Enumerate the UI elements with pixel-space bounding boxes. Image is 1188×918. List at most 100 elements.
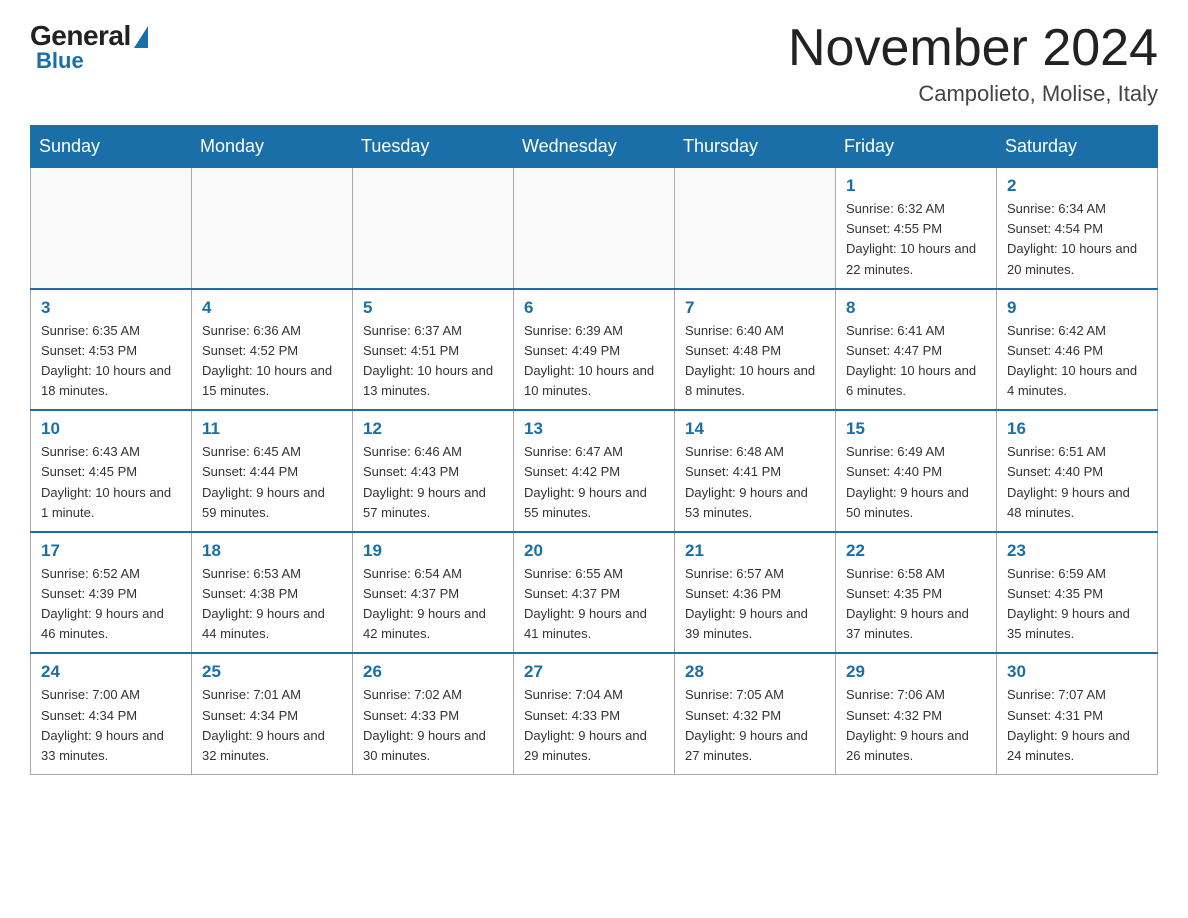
calendar-day-cell xyxy=(192,168,353,289)
day-number: 30 xyxy=(1007,662,1147,682)
day-info: Sunrise: 6:42 AMSunset: 4:46 PMDaylight:… xyxy=(1007,321,1147,402)
day-info: Sunrise: 6:48 AMSunset: 4:41 PMDaylight:… xyxy=(685,442,825,523)
day-info: Sunrise: 6:37 AMSunset: 4:51 PMDaylight:… xyxy=(363,321,503,402)
calendar-day-cell: 3Sunrise: 6:35 AMSunset: 4:53 PMDaylight… xyxy=(31,289,192,411)
day-number: 18 xyxy=(202,541,342,561)
calendar-day-cell: 17 Sunrise: 6:52 AMSunset: 4:39 PMDayligh… xyxy=(31,532,192,654)
day-number: 11 xyxy=(202,419,342,439)
day-of-week-header: Wednesday xyxy=(514,126,675,168)
calendar-day-cell: 18 Sunrise: 6:53 AMSunset: 4:38 PMDayligh… xyxy=(192,532,353,654)
day-number: 6 xyxy=(524,298,664,318)
calendar-day-cell: 20 Sunrise: 6:55 AMSunset: 4:37 PMDayligh… xyxy=(514,532,675,654)
page-header: General Blue November 2024 Campolieto, M… xyxy=(30,20,1158,107)
day-of-week-header: Friday xyxy=(836,126,997,168)
title-section: November 2024 Campolieto, Molise, Italy xyxy=(788,20,1158,107)
day-number: 2 xyxy=(1007,176,1147,196)
month-title: November 2024 xyxy=(788,20,1158,77)
day-info: Sunrise: 6:46 AMSunset: 4:43 PMDaylight:… xyxy=(363,442,503,523)
day-info: Sunrise: 6:43 AMSunset: 4:45 PMDaylight:… xyxy=(41,442,181,523)
day-number: 1 xyxy=(846,176,986,196)
day-of-week-header: Monday xyxy=(192,126,353,168)
day-number: 22 xyxy=(846,541,986,561)
day-of-week-header: Tuesday xyxy=(353,126,514,168)
day-info: Sunrise: 6:57 AMSunset: 4:36 PMDaylight:… xyxy=(685,564,825,645)
day-number: 17 xyxy=(41,541,181,561)
day-number: 21 xyxy=(685,541,825,561)
day-number: 16 xyxy=(1007,419,1147,439)
day-info: Sunrise: 6:47 AMSunset: 4:42 PMDaylight:… xyxy=(524,442,664,523)
calendar-day-cell: 5 Sunrise: 6:37 AMSunset: 4:51 PMDaylight… xyxy=(353,289,514,411)
calendar-week-row: 24 Sunrise: 7:00 AMSunset: 4:34 PMDayligh… xyxy=(31,653,1158,774)
calendar-day-cell: 26 Sunrise: 7:02 AMSunset: 4:33 PMDayligh… xyxy=(353,653,514,774)
day-number: 10 xyxy=(41,419,181,439)
calendar-day-cell: 10 Sunrise: 6:43 AMSunset: 4:45 PMDayligh… xyxy=(31,410,192,532)
day-number: 23 xyxy=(1007,541,1147,561)
day-number: 27 xyxy=(524,662,664,682)
calendar-day-cell xyxy=(353,168,514,289)
day-number: 26 xyxy=(363,662,503,682)
day-info: Sunrise: 7:07 AMSunset: 4:31 PMDaylight:… xyxy=(1007,685,1147,766)
calendar-day-cell: 4 Sunrise: 6:36 AMSunset: 4:52 PMDaylight… xyxy=(192,289,353,411)
calendar-table: SundayMondayTuesdayWednesdayThursdayFrid… xyxy=(30,125,1158,775)
calendar-day-cell xyxy=(675,168,836,289)
day-info: Sunrise: 7:01 AMSunset: 4:34 PMDaylight:… xyxy=(202,685,342,766)
calendar-day-cell: 8 Sunrise: 6:41 AMSunset: 4:47 PMDaylight… xyxy=(836,289,997,411)
calendar-day-cell: 12 Sunrise: 6:46 AMSunset: 4:43 PMDayligh… xyxy=(353,410,514,532)
calendar-day-cell: 24 Sunrise: 7:00 AMSunset: 4:34 PMDayligh… xyxy=(31,653,192,774)
day-number: 9 xyxy=(1007,298,1147,318)
calendar-day-cell: 22 Sunrise: 6:58 AMSunset: 4:35 PMDayligh… xyxy=(836,532,997,654)
calendar-day-cell: 21 Sunrise: 6:57 AMSunset: 4:36 PMDayligh… xyxy=(675,532,836,654)
day-number: 19 xyxy=(363,541,503,561)
day-info: Sunrise: 6:39 AMSunset: 4:49 PMDaylight:… xyxy=(524,321,664,402)
day-of-week-header: Saturday xyxy=(997,126,1158,168)
calendar-day-cell: 28 Sunrise: 7:05 AMSunset: 4:32 PMDayligh… xyxy=(675,653,836,774)
day-number: 4 xyxy=(202,298,342,318)
calendar-day-cell: 9 Sunrise: 6:42 AMSunset: 4:46 PMDaylight… xyxy=(997,289,1158,411)
location-title: Campolieto, Molise, Italy xyxy=(788,81,1158,107)
day-number: 5 xyxy=(363,298,503,318)
day-info: Sunrise: 7:05 AMSunset: 4:32 PMDaylight:… xyxy=(685,685,825,766)
day-info: Sunrise: 6:58 AMSunset: 4:35 PMDaylight:… xyxy=(846,564,986,645)
day-info: Sunrise: 6:52 AMSunset: 4:39 PMDaylight:… xyxy=(41,564,181,645)
calendar-day-cell: 25Sunrise: 7:01 AMSunset: 4:34 PMDayligh… xyxy=(192,653,353,774)
day-info: Sunrise: 7:02 AMSunset: 4:33 PMDaylight:… xyxy=(363,685,503,766)
day-info: Sunrise: 6:45 AMSunset: 4:44 PMDaylight:… xyxy=(202,442,342,523)
day-info: Sunrise: 7:00 AMSunset: 4:34 PMDaylight:… xyxy=(41,685,181,766)
day-info: Sunrise: 6:41 AMSunset: 4:47 PMDaylight:… xyxy=(846,321,986,402)
calendar-week-row: 3Sunrise: 6:35 AMSunset: 4:53 PMDaylight… xyxy=(31,289,1158,411)
day-number: 8 xyxy=(846,298,986,318)
calendar-day-cell: 6 Sunrise: 6:39 AMSunset: 4:49 PMDaylight… xyxy=(514,289,675,411)
day-info: Sunrise: 6:54 AMSunset: 4:37 PMDaylight:… xyxy=(363,564,503,645)
day-number: 14 xyxy=(685,419,825,439)
day-number: 20 xyxy=(524,541,664,561)
day-info: Sunrise: 6:36 AMSunset: 4:52 PMDaylight:… xyxy=(202,321,342,402)
day-info: Sunrise: 7:04 AMSunset: 4:33 PMDaylight:… xyxy=(524,685,664,766)
calendar-day-cell: 29 Sunrise: 7:06 AMSunset: 4:32 PMDayligh… xyxy=(836,653,997,774)
calendar-day-cell: 15Sunrise: 6:49 AMSunset: 4:40 PMDayligh… xyxy=(836,410,997,532)
day-of-week-header: Sunday xyxy=(31,126,192,168)
calendar-day-cell: 14 Sunrise: 6:48 AMSunset: 4:41 PMDayligh… xyxy=(675,410,836,532)
day-number: 28 xyxy=(685,662,825,682)
calendar-day-cell: 13 Sunrise: 6:47 AMSunset: 4:42 PMDayligh… xyxy=(514,410,675,532)
day-number: 15 xyxy=(846,419,986,439)
day-info: Sunrise: 6:59 AMSunset: 4:35 PMDaylight:… xyxy=(1007,564,1147,645)
logo-triangle-icon xyxy=(134,26,148,48)
calendar-day-cell: 19 Sunrise: 6:54 AMSunset: 4:37 PMDayligh… xyxy=(353,532,514,654)
day-info: Sunrise: 7:06 AMSunset: 4:32 PMDaylight:… xyxy=(846,685,986,766)
day-number: 13 xyxy=(524,419,664,439)
day-info: Sunrise: 6:55 AMSunset: 4:37 PMDaylight:… xyxy=(524,564,664,645)
calendar-day-cell: 7Sunrise: 6:40 AMSunset: 4:48 PMDaylight… xyxy=(675,289,836,411)
day-number: 29 xyxy=(846,662,986,682)
day-info: Sunrise: 6:51 AMSunset: 4:40 PMDaylight:… xyxy=(1007,442,1147,523)
calendar-day-cell: 27 Sunrise: 7:04 AMSunset: 4:33 PMDayligh… xyxy=(514,653,675,774)
day-number: 24 xyxy=(41,662,181,682)
day-info: Sunrise: 6:34 AMSunset: 4:54 PMDaylight:… xyxy=(1007,199,1147,280)
calendar-week-row: 1Sunrise: 6:32 AMSunset: 4:55 PMDaylight… xyxy=(31,168,1158,289)
day-number: 7 xyxy=(685,298,825,318)
day-number: 12 xyxy=(363,419,503,439)
logo-blue-text: Blue xyxy=(36,48,84,74)
calendar-day-cell: 30 Sunrise: 7:07 AMSunset: 4:31 PMDayligh… xyxy=(997,653,1158,774)
day-number: 3 xyxy=(41,298,181,318)
logo: General Blue xyxy=(30,20,148,74)
day-info: Sunrise: 6:53 AMSunset: 4:38 PMDaylight:… xyxy=(202,564,342,645)
